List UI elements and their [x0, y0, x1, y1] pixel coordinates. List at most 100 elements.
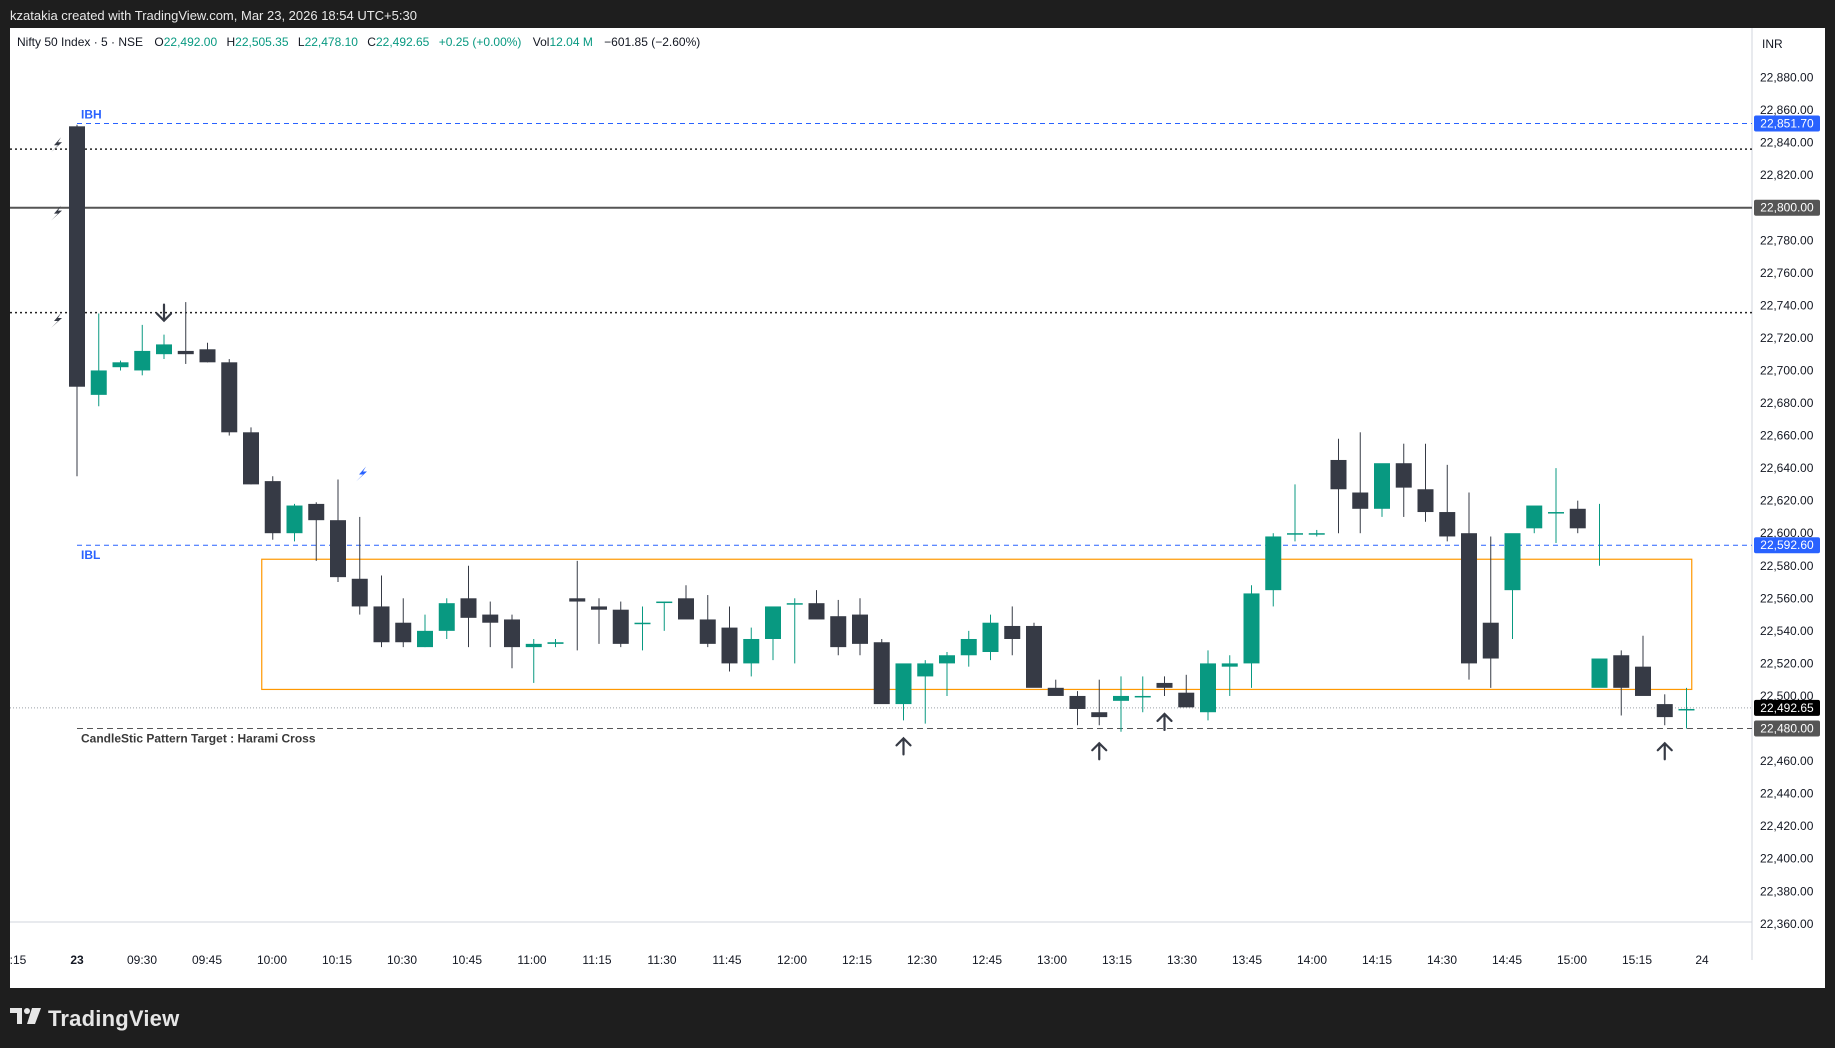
- legend-o-value: 22,492.00: [164, 35, 218, 49]
- legend-vol-value: 12.04 M: [549, 35, 592, 49]
- candle-body: [417, 630, 433, 648]
- price-tick-label: 22,660.00: [1760, 429, 1814, 443]
- time-tick-label: 10:30: [387, 953, 417, 967]
- candle-body: [351, 578, 368, 607]
- time-tick-label: 12:30: [907, 953, 937, 967]
- candle-body: [482, 614, 499, 623]
- ibh-label: IBH: [81, 108, 102, 122]
- candle-body: [1635, 666, 1651, 696]
- legend-o-label: O: [154, 35, 163, 49]
- time-tick-label: 14:45: [1492, 953, 1522, 967]
- legend-l-value: 22,478.10: [305, 35, 359, 49]
- price-tick-label: 22,580.00: [1760, 559, 1814, 573]
- legend-vol-label: Vol: [533, 35, 550, 49]
- price-axis[interactable]: 22,360.00 22,380.00 22,400.00 22,420.00 22,4…: [1754, 71, 1820, 931]
- legend-change: +0.25 (+0.00%): [439, 35, 522, 49]
- candle-body: [221, 362, 238, 433]
- candle-body: [1678, 708, 1695, 711]
- candle-body: [1221, 663, 1238, 667]
- candle-body: [69, 126, 85, 387]
- legend-h-value: 22,505.35: [235, 35, 289, 49]
- time-tick-label: 10:15: [322, 953, 352, 967]
- tradingview-mark-icon: [10, 1006, 42, 1032]
- range-zone-rect[interactable]: [261, 558, 1693, 691]
- target-label: CandleStic Pattern Target : Harami Cross: [81, 732, 316, 746]
- price-tick-label: 22,560.00: [1760, 591, 1814, 605]
- price-tick-label: 22,540.00: [1760, 624, 1814, 638]
- ibl-label: IBL: [81, 548, 100, 562]
- candle-body: [1308, 533, 1325, 535]
- candle-body: [765, 606, 781, 639]
- candle-body: [1526, 505, 1543, 529]
- price-tick-label: 22,640.00: [1760, 461, 1814, 475]
- candle-body: [395, 622, 412, 643]
- candle-body: [591, 606, 607, 610]
- time-tick-label: 09:45: [192, 953, 222, 967]
- candle-body: [852, 614, 868, 644]
- candle-body: [786, 603, 803, 605]
- price-tick-label: 22,440.00: [1760, 787, 1814, 801]
- time-axis[interactable]: :15 23 09:30 09:45 10:00 10:15 10:30 10:45 11:00…: [10, 953, 1709, 967]
- candle-body: [1395, 463, 1412, 488]
- price-tick-label: 22,780.00: [1760, 233, 1814, 247]
- candle-body: [1178, 692, 1195, 708]
- price-tick-label: 22,400.00: [1760, 852, 1814, 866]
- round-level-price-tag: 22,800.00: [1760, 201, 1814, 215]
- currency-label[interactable]: INR: [1762, 37, 1783, 51]
- time-tick-label: 15:15: [1622, 953, 1652, 967]
- up-arrow-icon: [1091, 741, 1108, 761]
- candle-body: [1461, 533, 1477, 664]
- candle-body: [177, 350, 194, 355]
- time-tick-label: 11:15: [582, 953, 611, 967]
- time-tick-label: 12:00: [777, 953, 807, 967]
- candle-body: [1504, 533, 1521, 591]
- candle-body: [199, 349, 216, 363]
- candle-body: [1026, 625, 1042, 688]
- price-tick-label: 22,860.00: [1760, 103, 1814, 117]
- price-chart[interactable]: IBH IBL CandleStic Pattern Target : Harami…: [0, 0, 1835, 1048]
- candle-body: [1156, 682, 1173, 688]
- candle-body: [1330, 459, 1347, 490]
- time-tick-label: 10:45: [452, 953, 482, 967]
- candle-body: [830, 616, 847, 648]
- candle-body: [1613, 655, 1630, 688]
- candle-body: [656, 601, 673, 604]
- last-price-tag: 22,492.65: [1760, 701, 1814, 715]
- price-tick-label: 22,880.00: [1760, 71, 1814, 85]
- time-tick-label: 11:45: [712, 953, 741, 967]
- ibh-price-tag: 22,851.70: [1760, 117, 1814, 131]
- price-tick-label: 22,420.00: [1760, 819, 1814, 833]
- candle-body: [504, 619, 520, 648]
- range-zone[interactable]: [261, 558, 1693, 691]
- candle-body: [1004, 625, 1021, 639]
- time-tick-label: 13:30: [1167, 953, 1197, 967]
- candle-body: [373, 606, 390, 643]
- candle-body: [460, 598, 477, 618]
- candle-body: [721, 627, 738, 664]
- candle-body: [1656, 704, 1673, 718]
- time-tick-label: :15: [10, 953, 27, 967]
- candle-body: [90, 370, 107, 395]
- candle-body: [1091, 712, 1108, 718]
- price-tick-label: 22,760.00: [1760, 266, 1814, 280]
- time-tick-label: 23: [70, 953, 84, 967]
- price-tick-label: 22,820.00: [1760, 168, 1814, 182]
- brand-name: TradingView: [48, 1006, 180, 1031]
- candle-body: [1417, 489, 1434, 513]
- annotation-marks: [51, 137, 1673, 761]
- candle-body: [808, 603, 825, 620]
- candle-body: [699, 619, 716, 644]
- candle-body: [1374, 463, 1390, 509]
- price-tick-label: 22,360.00: [1760, 917, 1814, 931]
- price-tick-label: 22,840.00: [1760, 136, 1814, 150]
- price-tick-label: 22,520.00: [1760, 656, 1814, 670]
- lightning-icon: [51, 137, 62, 153]
- price-tick-label: 22,380.00: [1760, 884, 1814, 898]
- target-price-tag: 22,480.00: [1760, 722, 1814, 736]
- candle-body: [286, 505, 303, 534]
- candle-body: [1548, 512, 1564, 514]
- time-tick-label: 13:45: [1232, 953, 1262, 967]
- candle-body: [1352, 492, 1369, 509]
- up-arrow-icon: [895, 736, 912, 756]
- candle-body: [678, 598, 694, 620]
